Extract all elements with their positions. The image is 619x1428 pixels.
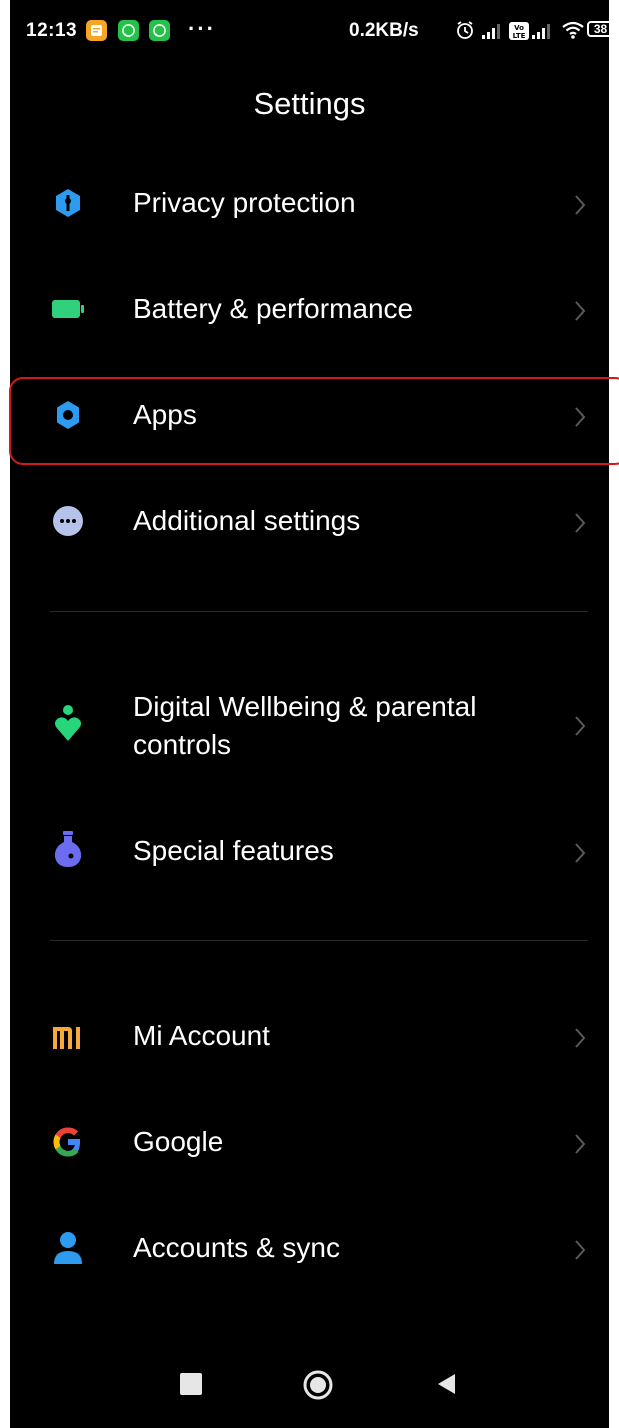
apps-highlight-box [9,377,619,465]
shield-icon [50,185,86,221]
recents-square-icon[interactable] [180,1373,202,1395]
menu-item-battery-performance[interactable]: Battery & performance [10,269,609,353]
menu-item-additional-settings[interactable]: Additional settings [10,481,609,565]
chevron-right-icon [575,1028,586,1048]
menu-item-label: Accounts & sync [133,1232,340,1263]
menu-item-accounts-sync[interactable]: Accounts & sync [10,1208,609,1292]
chevron-right-icon [575,1134,586,1154]
phone-screen: 12:13 ··· 0.2KB/s Vo LTE 38 Settings Pri… [10,0,609,1428]
mi-logo-icon [50,1020,86,1056]
menu-item-label: Mi Account [133,1020,270,1051]
network-speed: 0.2KB/s [349,20,419,41]
battery-icon [50,291,86,327]
google-icon [50,1124,86,1160]
chevron-right-icon [575,301,586,321]
menu-item-label: Battery & performance [133,293,414,324]
menu-item-special-features[interactable]: Special features [10,811,609,895]
chevron-right-icon [575,1240,586,1260]
menu-item-label: Special features [133,835,334,866]
person-icon [50,1230,86,1266]
signal-icon [482,24,500,39]
menu-item-label: Privacy protection [133,187,356,218]
whatsapp-icon [118,20,139,41]
chevron-right-icon [575,843,586,863]
menu-item-privacy-protection[interactable]: Privacy protection [10,163,609,247]
menu-item-label: Additional settings [133,505,361,536]
notes-app-icon [86,20,107,41]
status-bar: 12:13 ··· 0.2KB/s Vo LTE 38 [10,0,609,62]
chevron-right-icon [575,513,586,533]
more-notifications-icon: ··· [188,16,216,41]
signal-icon [532,24,550,39]
section-divider [50,611,588,612]
home-circle-icon[interactable] [303,1370,333,1400]
status-time: 12:13 [26,20,78,41]
back-triangle-icon[interactable] [435,1372,457,1396]
wifi-icon [562,21,584,39]
menu-item-label: Google [133,1126,224,1157]
menu-item-google[interactable]: Google [10,1102,609,1186]
svg-text:LTE: LTE [513,32,526,40]
flask-icon [50,831,86,867]
chevron-right-icon [575,195,586,215]
menu-item-label-line2: controls [133,729,232,760]
navigation-bar [10,1350,609,1420]
menu-item-label-line1: Digital Wellbeing & parental [133,691,477,722]
wellbeing-icon [50,705,86,741]
battery-icon: 38 [587,21,609,39]
chevron-right-icon [575,716,586,736]
more-dots-icon [50,503,86,539]
battery-level: 38 [593,22,608,36]
menu-item-digital-wellbeing[interactable]: Digital Wellbeing & parental controls [10,683,609,769]
svg-text:Vo: Vo [514,24,524,32]
alarm-icon [457,21,473,39]
whatsapp-icon [149,20,170,41]
volte-icon: Vo LTE [509,22,529,40]
menu-item-mi-account[interactable]: Mi Account [10,996,609,1080]
page-title: Settings [253,86,366,121]
section-divider [50,940,588,941]
